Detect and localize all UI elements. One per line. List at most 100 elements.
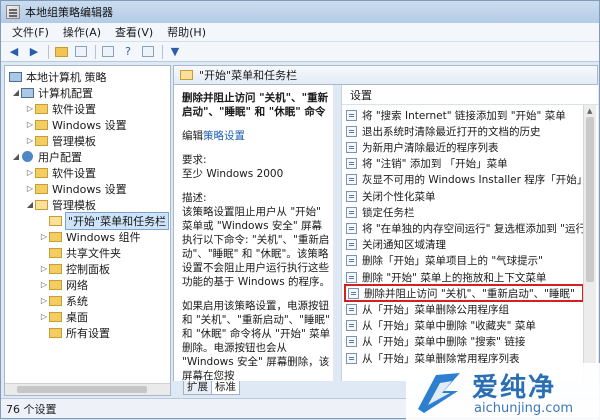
expand-icon[interactable]: ▷ (39, 296, 49, 305)
forward-arrow-icon[interactable]: ▶ (25, 44, 43, 60)
setting-label: 将 "在单独的内存空间运行" 复选框添加到 "运行" 对 (362, 222, 592, 235)
setting-row[interactable]: 退出系统时清除最近打开的文档的历史 (346, 123, 592, 139)
setting-row[interactable]: 将 "在单独的内存空间运行" 复选框添加到 "运行" 对 (346, 220, 592, 236)
setting-label: 灰显不可用的 Windows Installer 程序「开始」菜单 (362, 174, 592, 187)
export-list-icon[interactable] (99, 44, 117, 60)
expand-icon[interactable]: ◢ (11, 152, 21, 161)
edit-prefix: 编辑 (182, 130, 203, 142)
policy-setting-icon (346, 174, 357, 186)
watermark: 爱纯净 aichunjing.com (406, 363, 600, 420)
expand-icon[interactable]: ▷ (39, 280, 49, 289)
setting-label: 从「开始」菜单中删除 "收藏夹" 菜单 (362, 320, 536, 333)
folder-icon (49, 327, 62, 338)
toolbar: ◀ ▶ ? ▼ (1, 42, 599, 62)
setting-row[interactable]: 锁定任务栏 (346, 204, 592, 220)
setting-row-highlighted[interactable]: 删除并阻止访问 "关机"、"重新启动"、"睡眠" (344, 284, 584, 303)
expand-icon[interactable]: ▷ (25, 136, 35, 145)
computer-policy-icon (9, 71, 22, 82)
tree-item-start-menu-taskbar[interactable]: "开始"菜单和任务栏 (49, 211, 170, 230)
policy-setting-icon (346, 320, 357, 332)
menu-bar: 文件(F) 操作(A) 查看(V) 帮助(H) (1, 23, 599, 42)
menu-action[interactable]: 操作(A) (56, 24, 108, 40)
description-block: 描述: 该策略设置阻止用户从 "开始" 菜单或 "Windows 安全" 屏幕执行… (182, 191, 332, 289)
tree-item-local-policy[interactable]: 本地计算机 策略 (9, 69, 107, 84)
scrollbar-thumb[interactable] (17, 386, 147, 393)
policy-setting-icon (346, 222, 357, 234)
policy-setting-icon (346, 206, 357, 218)
setting-label: 删除 "开始" 菜单上的拖放和上下文菜单 (362, 271, 547, 284)
setting-label: 退出系统时清除最近打开的文档的历史 (362, 125, 541, 138)
tab-standard[interactable]: 标准 (211, 381, 240, 395)
setting-row[interactable]: 从「开始」菜单中删除 "收藏夹" 菜单 (346, 318, 592, 334)
folder-icon (35, 103, 48, 114)
gpedit-window: 本地组策略编辑器 文件(F) 操作(A) 查看(V) 帮助(H) ◀ ▶ ? ▼… (0, 0, 600, 420)
tree-item-network[interactable]: ▷ 网络 (39, 277, 88, 292)
up-folder-icon[interactable] (52, 44, 70, 60)
tree-item-user-admin-templates[interactable]: ◢ 管理模板 (25, 197, 96, 212)
filter-icon[interactable]: ▼ (166, 44, 184, 60)
back-arrow-icon[interactable]: ◀ (5, 44, 23, 60)
edit-policy-link[interactable]: 策略设置 (203, 130, 245, 142)
tree-item-all-settings[interactable]: 所有设置 (49, 325, 110, 340)
show-hide-tree-icon[interactable] (72, 44, 90, 60)
tree-item-windows-settings[interactable]: ▷ Windows 设置 (25, 117, 127, 132)
expand-icon[interactable]: ▷ (39, 232, 49, 241)
tree-item-control-panel[interactable]: ▷ 控制面板 (39, 261, 110, 276)
menu-view[interactable]: 查看(V) (108, 24, 160, 40)
toolbar-separator (162, 44, 163, 59)
setting-label: 从「开始」菜单删除公用程序组 (362, 303, 509, 316)
setting-label: 删除「开始」菜单项目上的 "气球提示" (362, 255, 543, 268)
expand-icon[interactable]: ◢ (25, 200, 35, 209)
requirements: 要求: 至少 Windows 2000 (182, 153, 332, 181)
folder-icon (49, 231, 62, 242)
setting-row[interactable]: 关闭个性化菜单 (346, 188, 592, 204)
tree-item-shared-folders[interactable]: 共享文件夹 (49, 245, 121, 260)
tree-item-windows-components[interactable]: ▷ Windows 组件 (39, 229, 141, 244)
expand-icon[interactable]: ▷ (25, 168, 35, 177)
folder-icon (35, 119, 48, 130)
tree-item-user-windows-settings[interactable]: ▷ Windows 设置 (25, 181, 127, 196)
expand-icon[interactable]: ▷ (39, 264, 49, 273)
expand-icon[interactable]: ▷ (39, 312, 49, 321)
expand-icon[interactable]: ◢ (11, 88, 21, 97)
tree-item-user-software-settings[interactable]: ▷ 软件设置 (25, 165, 96, 180)
watermark-url: aichunjing.com (474, 401, 574, 416)
setting-row[interactable]: 从「开始」菜单删除公用程序组 (346, 301, 592, 317)
tree-horizontal-scrollbar[interactable] (5, 383, 170, 395)
setting-row[interactable]: 删除「开始」菜单项目上的 "气球提示" (346, 253, 592, 269)
scroll-up-arrow-icon[interactable]: ▲ (587, 107, 592, 115)
tree-item-user-config[interactable]: ◢ 用户配置 (11, 149, 82, 164)
details-header-title: "开始"菜单和任务栏 (199, 69, 298, 82)
folder-icon (35, 167, 48, 178)
setting-row[interactable]: 从「开始」菜单中删除 "搜索" 链接 (346, 334, 592, 350)
scrollbar-thumb[interactable] (586, 117, 594, 282)
setting-row[interactable]: 将 "注销" 添加到 「开始」菜单 (346, 156, 592, 172)
help-icon[interactable]: ? (119, 44, 137, 60)
requirements-value: 至少 Windows 2000 (182, 168, 284, 180)
folder-open-icon (49, 215, 62, 226)
properties-icon[interactable] (139, 44, 157, 60)
setting-row[interactable]: 为新用户清除最近的程序列表 (346, 139, 592, 155)
expand-icon[interactable]: ▷ (25, 104, 35, 113)
expand-icon[interactable]: ▷ (25, 184, 35, 193)
menu-help[interactable]: 帮助(H) (160, 24, 213, 40)
computer-icon (21, 87, 34, 98)
folder-open-icon (35, 199, 48, 210)
tab-extended[interactable]: 扩展 (183, 381, 212, 395)
setting-row[interactable]: 灰显不可用的 Windows Installer 程序「开始」菜单 (346, 172, 592, 188)
setting-row[interactable]: 将 "搜索 Internet" 链接添加到 "开始" 菜单 (346, 107, 592, 123)
setting-label: 删除并阻止访问 "关机"、"重新启动"、"睡眠" (364, 287, 575, 300)
settings-vertical-scrollbar[interactable]: ▲ (583, 105, 596, 381)
setting-row[interactable]: 关闭通知区域清理 (346, 237, 592, 253)
tree-item-admin-templates[interactable]: ▷ 管理模板 (25, 133, 96, 148)
tree-item-software-settings[interactable]: ▷ 软件设置 (25, 101, 96, 116)
setting-row[interactable]: 删除 "开始" 菜单上的拖放和上下文菜单 (346, 269, 592, 285)
tree-item-system[interactable]: ▷ 系统 (39, 293, 88, 308)
column-header-setting[interactable]: 设置 (342, 85, 598, 105)
expand-icon[interactable]: ▷ (25, 120, 35, 129)
tree-item-computer-config[interactable]: ◢ 计算机配置 (11, 85, 93, 100)
setting-label: 关闭个性化菜单 (362, 190, 436, 203)
tree-item-desktop[interactable]: ▷ 桌面 (39, 309, 88, 324)
menu-file[interactable]: 文件(F) (5, 24, 56, 40)
setting-label: 将 "搜索 Internet" 链接添加到 "开始" 菜单 (362, 109, 566, 122)
